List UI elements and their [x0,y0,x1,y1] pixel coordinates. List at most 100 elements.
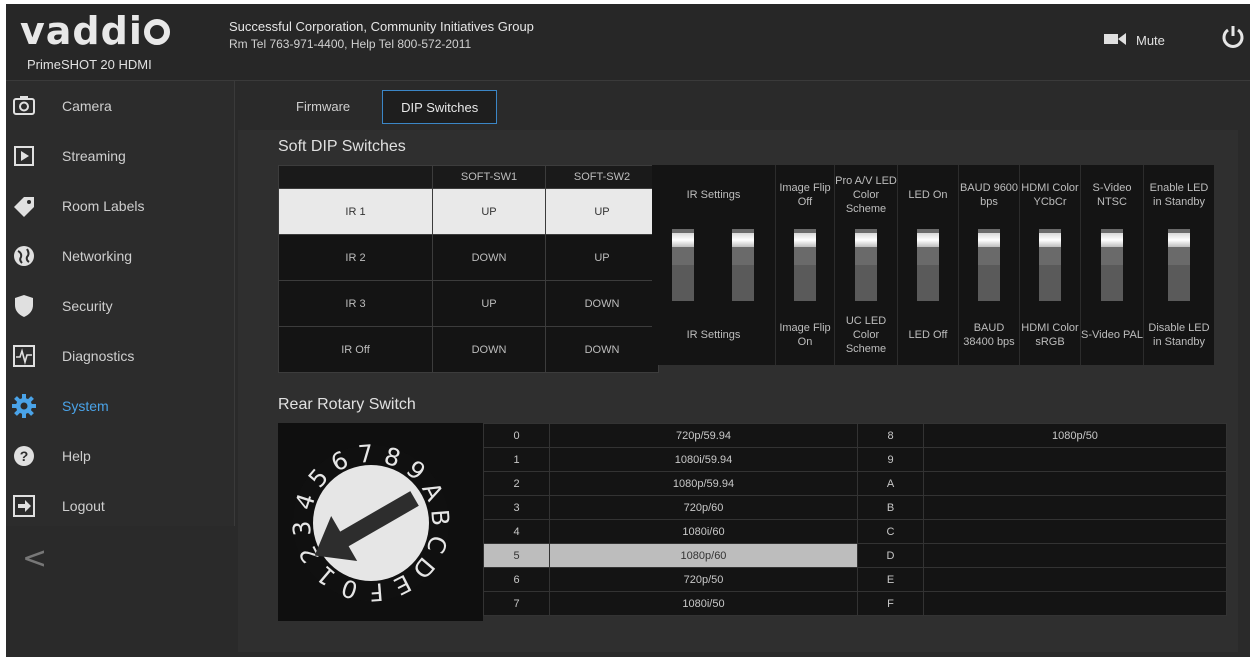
table-row[interactable]: IR Off DOWN DOWN [278,326,659,373]
dip-toggle-baud[interactable] [978,229,1000,301]
dip-toggle-standby-led[interactable] [1168,229,1190,301]
table-row[interactable]: 7 1080i/50 F [483,591,1227,616]
dip-column-hdmi-color: HDMI Color YCbCr HDMI Color sRGB [1020,165,1081,365]
mute-button[interactable]: Mute [1104,32,1165,49]
table-row[interactable]: 1 1080i/59.94 9 [483,447,1227,472]
sidebar-item-security[interactable]: Security [6,281,234,331]
table-row[interactable]: IR 2 DOWN UP [278,234,659,281]
table-row[interactable]: IR 1 UP UP [278,188,659,235]
tab-dip-switches[interactable]: DIP Switches [382,90,498,124]
ir-settings-table: SOFT-SW1 SOFT-SW2 IR 1 UP UP IR 2 DOWN U… [278,165,659,373]
collapse-sidebar-button[interactable]: < [22,541,47,576]
switch-top-label: BAUD 9600 bps [959,182,1019,208]
mode-cell [923,471,1227,496]
mode-cell [923,519,1227,544]
mode-cell: 1080p/59.94 [549,471,858,496]
table-row[interactable]: 2 1080p/59.94 A [483,471,1227,496]
mode-cell: 1080i/59.94 [549,447,858,472]
pos-cell: 1 [483,447,550,472]
sw2-value: DOWN [545,280,659,327]
switch-top-label: LED On [908,189,948,201]
mode-cell [923,591,1227,616]
sidebar-item-help[interactable]: ? Help [6,431,234,481]
pulse-icon [12,344,36,368]
table-row[interactable]: IR 3 UP DOWN [278,280,659,327]
mode-cell: 1080i/60 [549,519,858,544]
mode-cell [923,447,1227,472]
sidebar-item-label: Logout [62,498,105,514]
dip-toggle-led-color[interactable] [855,229,877,301]
table-row[interactable]: 5 1080p/60 D [483,543,1227,568]
switch-bottom-label: Image Flip On [779,322,831,348]
dial-digit: 3 [288,520,317,537]
dip-toggle-image-flip[interactable] [794,229,816,301]
tab-bar: Firmware DIP Switches [278,90,498,124]
switch-top-label: S-Video NTSC [1092,182,1132,208]
mode-cell: 720p/50 [549,567,858,592]
pos-cell: 6 [483,567,550,592]
switch-bottom-label: LED Off [908,329,948,341]
tab-firmware[interactable]: Firmware [278,90,368,122]
mode-cell: 1080p/50 [923,423,1227,448]
header: vaddi PrimeSHOT 20 HDMI Successful Corpo… [6,4,1250,81]
dip-column-standby-led: Enable LED in Standby Disable LED in Sta… [1144,165,1214,365]
pos-cell: 4 [483,519,550,544]
video-camera-icon [1104,32,1126,49]
app-frame: vaddi PrimeSHOT 20 HDMI Successful Corpo… [6,4,1250,657]
table-row[interactable]: 6 720p/50 E [483,567,1227,592]
rotary-title: Rear Rotary Switch [278,396,416,413]
mode-cell: 720p/59.94 [549,423,858,448]
pos-cell: E [857,567,924,592]
dip-toggle-hdmi-color[interactable] [1039,229,1061,301]
table-row[interactable]: 0 720p/59.94 8 1080p/50 [483,423,1227,448]
sidebar-item-label: Networking [62,248,133,264]
shield-icon [12,294,36,318]
sw2-value: UP [545,188,659,235]
sidebar-item-label: Diagnostics [62,348,135,364]
svg-text:?: ? [20,448,29,464]
sidebar-item-networking[interactable]: Networking [6,231,234,281]
globe-icon [12,244,36,268]
rotary-mode-table: 0 720p/59.94 8 1080p/50 1 1080i/59.94 9 2 1080p/… [483,423,1227,616]
dip-toggle-ir-2[interactable] [732,229,754,301]
help-icon: ? [12,444,36,468]
dial-digit: 7 [357,440,374,469]
dip-column-image-flip: Image Flip Off Image Flip On [776,165,835,365]
switch-bottom-label: BAUD 38400 bps [963,322,1015,348]
pos-cell: D [857,543,924,568]
table-header: SOFT-SW2 [545,165,659,189]
logout-icon [12,494,36,518]
sidebar-item-camera[interactable]: Camera [6,81,234,131]
pos-cell: 3 [483,495,550,520]
dip-toggle-ir-1[interactable] [672,229,694,301]
switch-bottom-label: UC LED Color Scheme [845,315,887,355]
sidebar-item-room-labels[interactable]: Room Labels [6,181,234,231]
mode-cell [923,567,1227,592]
table-row[interactable]: 3 720p/60 B [483,495,1227,520]
ir-mode: IR Off [278,326,433,373]
sidebar-item-system[interactable]: System [6,381,234,431]
sidebar-item-logout[interactable]: Logout [6,481,234,531]
sidebar-item-label: Streaming [62,148,126,164]
sw1-value: DOWN [432,326,546,373]
dip-toggle-s-video[interactable] [1101,229,1123,301]
dip-column-s-video: S-Video NTSC S-Video PAL [1081,165,1144,365]
switch-top-label: Enable LED in Standby [1149,182,1209,208]
sidebar-item-streaming[interactable]: Streaming [6,131,234,181]
pos-cell: B [857,495,924,520]
power-icon[interactable] [1220,24,1246,55]
dip-column-led-color: Pro A/V LED Color Scheme UC LED Color Sc… [835,165,898,365]
table-row[interactable]: 4 1080i/60 C [483,519,1227,544]
table-header [278,165,433,189]
sidebar-item-label: Security [62,298,113,314]
dip-toggle-led[interactable] [917,229,939,301]
sidebar-item-diagnostics[interactable]: Diagnostics [6,331,234,381]
switch-top-label: Image Flip Off [779,182,831,208]
dial-digit: F [368,577,384,606]
sw1-value: DOWN [432,234,546,281]
gear-icon [12,394,36,418]
play-icon [12,144,36,168]
pos-cell: C [857,519,924,544]
sidebar: Camera Streaming Room Labels Networking … [6,81,235,526]
dip-column-led-on: LED On LED Off [898,165,959,365]
